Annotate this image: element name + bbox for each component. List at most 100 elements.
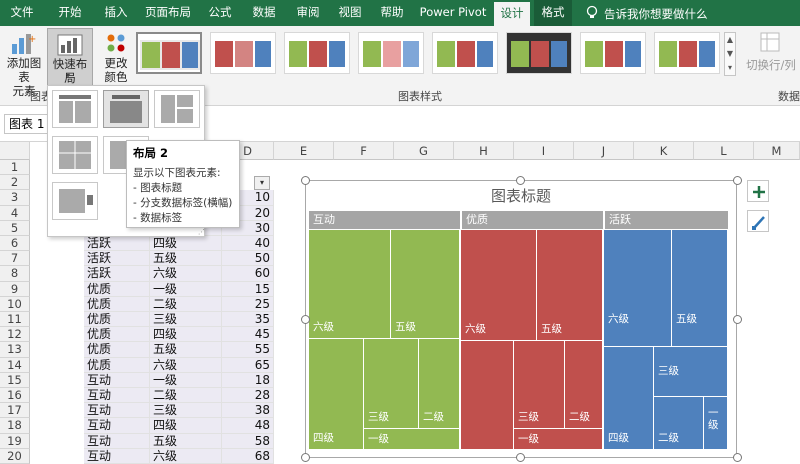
cell-value[interactable]: 28 bbox=[222, 388, 274, 404]
cell-category[interactable]: 互动 bbox=[84, 388, 150, 404]
tile-youzhi-4[interactable] bbox=[461, 341, 514, 450]
column-header[interactable]: G bbox=[394, 142, 454, 160]
tab-power-pivot[interactable]: Power Pivot bbox=[416, 0, 490, 26]
cell-category[interactable]: 互动 bbox=[84, 372, 150, 388]
treemap-chart[interactable]: 图表标题 互动 优质 活跃 六级 五级 四级 三级 二级 一级 六级 五级 三级… bbox=[305, 180, 737, 458]
column-header[interactable]: F bbox=[334, 142, 394, 160]
row-header[interactable]: 14 bbox=[0, 357, 30, 373]
row-header[interactable]: 18 bbox=[0, 418, 30, 434]
cell-level[interactable]: 五级 bbox=[150, 433, 222, 449]
cell-value[interactable]: 25 bbox=[222, 296, 274, 312]
tab-design[interactable]: 设计 bbox=[494, 2, 530, 26]
column-header[interactable]: L bbox=[694, 142, 754, 160]
row-header[interactable]: 2 bbox=[0, 175, 30, 191]
cell-level[interactable]: 三级 bbox=[150, 312, 222, 328]
cell-value[interactable]: 48 bbox=[222, 418, 274, 434]
tab-data[interactable]: 数据 bbox=[244, 0, 284, 26]
row-header[interactable]: 6 bbox=[0, 236, 30, 252]
column-header[interactable]: J bbox=[574, 142, 634, 160]
row-header[interactable]: 8 bbox=[0, 266, 30, 282]
tab-page-layout[interactable]: 页面布局 bbox=[140, 0, 196, 26]
chart-style-2[interactable] bbox=[210, 32, 276, 74]
chart-style-1[interactable] bbox=[136, 32, 202, 74]
tile-huoyue-4[interactable]: 四级 bbox=[604, 347, 654, 450]
color-palette-icon[interactable] bbox=[104, 32, 130, 56]
row-header[interactable]: 19 bbox=[0, 433, 30, 449]
tile-huoyue-3[interactable]: 三级 bbox=[654, 347, 728, 397]
row-header[interactable]: 20 bbox=[0, 448, 30, 464]
layout-option-4[interactable] bbox=[52, 136, 98, 174]
tab-insert[interactable]: 插入 bbox=[96, 0, 136, 26]
tile-hudong-6[interactable]: 六级 bbox=[309, 230, 391, 339]
cell-level[interactable]: 六级 bbox=[150, 357, 222, 373]
tile-hudong-1[interactable]: 一级 bbox=[364, 429, 460, 450]
cell-level[interactable]: 五级 bbox=[150, 251, 222, 267]
cell-level[interactable]: 三级 bbox=[150, 403, 222, 419]
row-header[interactable]: 9 bbox=[0, 281, 30, 297]
tab-help[interactable]: 帮助 bbox=[372, 0, 412, 26]
cell-category[interactable]: 活跃 bbox=[84, 266, 150, 282]
tile-huoyue-6[interactable]: 六级 bbox=[604, 230, 672, 347]
cell-level[interactable]: 四级 bbox=[150, 236, 222, 252]
tile-huoyue-5[interactable]: 五级 bbox=[672, 230, 728, 347]
cell-level[interactable]: 五级 bbox=[150, 342, 222, 358]
cell-value[interactable]: 55 bbox=[222, 342, 274, 358]
cell-category[interactable]: 优质 bbox=[84, 327, 150, 343]
cell-category[interactable]: 互动 bbox=[84, 448, 150, 464]
tab-formulas[interactable]: 公式 bbox=[200, 0, 240, 26]
tile-youzhi-1[interactable]: 一级 bbox=[514, 429, 603, 450]
chart-style-5[interactable] bbox=[432, 32, 498, 74]
cell-category[interactable]: 互动 bbox=[84, 433, 150, 449]
row-header[interactable]: 10 bbox=[0, 296, 30, 312]
cell-category[interactable]: 互动 bbox=[84, 403, 150, 419]
row-header[interactable]: 3 bbox=[0, 190, 30, 206]
row-header[interactable]: 15 bbox=[0, 372, 30, 388]
cell-category[interactable]: 优质 bbox=[84, 296, 150, 312]
layout-option-3[interactable] bbox=[154, 90, 200, 128]
quick-layout-button[interactable]: 快速布局 ▾ bbox=[47, 28, 93, 86]
column-header[interactable]: K bbox=[634, 142, 694, 160]
cell-category[interactable]: 优质 bbox=[84, 281, 150, 297]
tab-view[interactable]: 视图 bbox=[330, 0, 370, 26]
row-header[interactable]: 7 bbox=[0, 251, 30, 267]
cell-value[interactable]: 58 bbox=[222, 433, 274, 449]
cell-value[interactable]: 65 bbox=[222, 357, 274, 373]
column-header[interactable]: M bbox=[754, 142, 800, 160]
resize-handle-right[interactable] bbox=[733, 315, 742, 324]
cell-category[interactable]: 优质 bbox=[84, 342, 150, 358]
row-header[interactable]: 5 bbox=[0, 220, 30, 236]
cell-level[interactable]: 一级 bbox=[150, 372, 222, 388]
tile-huoyue-2[interactable]: 二级 bbox=[654, 397, 704, 450]
switch-row-column-icon[interactable] bbox=[758, 30, 784, 56]
tell-me-search[interactable]: 告诉我你想要做什么 bbox=[604, 6, 708, 22]
select-all-corner[interactable] bbox=[0, 142, 30, 160]
tab-review[interactable]: 审阅 bbox=[288, 0, 328, 26]
row-header[interactable]: 4 bbox=[0, 205, 30, 221]
tile-hudong-3[interactable]: 三级 bbox=[364, 339, 419, 429]
cell-level[interactable]: 六级 bbox=[150, 266, 222, 282]
cell-level[interactable]: 二级 bbox=[150, 296, 222, 312]
change-colors-button[interactable]: 更改 颜色 bbox=[96, 56, 136, 84]
tile-hudong-2[interactable]: 二级 bbox=[419, 339, 460, 429]
row-header[interactable]: 1 bbox=[0, 160, 30, 176]
cell-level[interactable]: 二级 bbox=[150, 388, 222, 404]
layout-option-2[interactable] bbox=[103, 90, 149, 128]
tab-file[interactable]: 文件 bbox=[0, 0, 44, 26]
chart-title[interactable]: 图表标题 bbox=[306, 185, 736, 206]
cell-category[interactable]: 互动 bbox=[84, 418, 150, 434]
tile-hudong-4[interactable]: 四级 bbox=[309, 339, 364, 450]
cell-value[interactable]: 38 bbox=[222, 403, 274, 419]
column-header[interactable]: H bbox=[454, 142, 514, 160]
layout-option-1[interactable] bbox=[52, 90, 98, 128]
add-chart-element-icon[interactable]: + bbox=[10, 30, 36, 56]
cell-level[interactable]: 四级 bbox=[150, 327, 222, 343]
cell-value[interactable]: 50 bbox=[222, 251, 274, 267]
resize-handle-bottom-left[interactable] bbox=[301, 453, 310, 462]
cell-value[interactable]: 45 bbox=[222, 327, 274, 343]
resize-handle-top-left[interactable] bbox=[301, 176, 310, 185]
cell-category[interactable]: 活跃 bbox=[84, 251, 150, 267]
column-header[interactable]: E bbox=[274, 142, 334, 160]
resize-handle-left[interactable] bbox=[301, 315, 310, 324]
chart-style-7[interactable] bbox=[580, 32, 646, 74]
cell-level[interactable]: 一级 bbox=[150, 281, 222, 297]
